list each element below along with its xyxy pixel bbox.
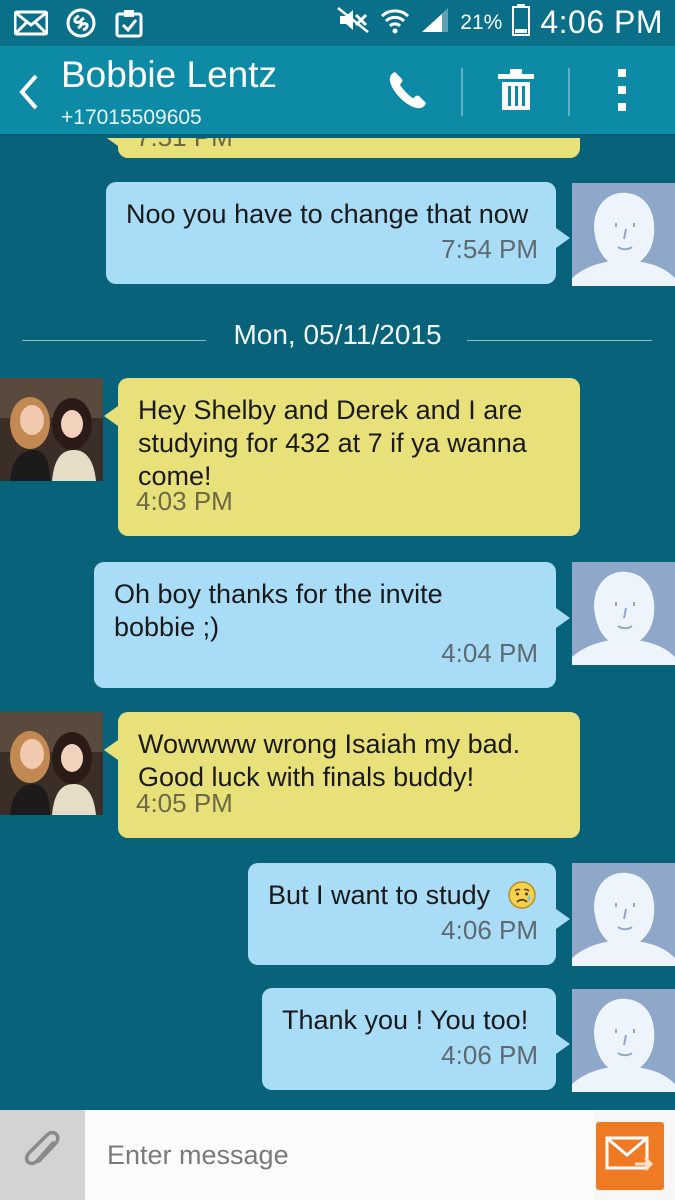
- contact-avatar[interactable]: [0, 712, 103, 815]
- signal-icon: [420, 6, 450, 39]
- message-text: Wowwww wrong Isaiah my bad. Good luck wi…: [138, 729, 521, 792]
- call-icon: [386, 68, 430, 117]
- back-icon[interactable]: [14, 72, 44, 112]
- message-text: Oh boy thanks for the invite bobbie ;): [114, 579, 443, 642]
- delete-icon: [496, 68, 536, 117]
- status-bar: 21% 4:06 PM: [0, 0, 675, 46]
- paperclip-icon: [23, 1130, 63, 1180]
- message-time: 7:51 PM: [136, 138, 233, 154]
- battery-percent: 21%: [460, 10, 503, 34]
- message-bubble-sent[interactable]: Oh boy thanks for the invite bobbie ;) 4…: [94, 562, 570, 688]
- my-avatar[interactable]: [572, 183, 675, 286]
- battery-icon: [512, 4, 531, 41]
- mute-icon: [336, 6, 370, 39]
- overflow-menu-icon: [616, 67, 628, 118]
- my-avatar[interactable]: [572, 863, 675, 966]
- date-label: Mon, 05/11/2015: [233, 319, 442, 350]
- action-separator: [568, 68, 570, 116]
- message-time: 4:06 PM: [441, 1040, 538, 1070]
- action-separator: [461, 68, 463, 116]
- message-input[interactable]: [85, 1110, 595, 1200]
- message-text: Thank you ! You too!: [282, 1005, 529, 1035]
- message-text: But I want to study: [268, 880, 491, 910]
- contact-avatar[interactable]: [0, 378, 103, 481]
- status-time: 4:06 PM: [540, 4, 663, 40]
- wifi-icon: [380, 5, 410, 40]
- my-avatar[interactable]: [572, 562, 675, 665]
- message-thread[interactable]: 7:51 PM Noo you have to change that now …: [0, 138, 675, 1110]
- message-time: 7:54 PM: [441, 234, 538, 264]
- message-text: Hey Shelby and Derek and I are studying …: [138, 395, 527, 491]
- message-text: Noo you have to change that now: [126, 199, 529, 229]
- message-composer: [0, 1110, 675, 1200]
- overflow-menu-button[interactable]: [592, 64, 652, 120]
- status-bar-notifications: [13, 8, 144, 43]
- message-bubble-sent[interactable]: Noo you have to change that now 7:54 PM: [106, 182, 570, 284]
- status-bar-system: 21% 4:06 PM: [336, 4, 663, 41]
- separator-line: [467, 340, 652, 341]
- delete-button[interactable]: [486, 64, 546, 120]
- message-bubble-received[interactable]: 7:51 PM: [104, 138, 580, 158]
- contact-number: +17015509605: [61, 106, 202, 129]
- shazam-icon: [66, 8, 96, 43]
- contact-name[interactable]: Bobbie Lentz: [61, 54, 277, 96]
- message-time: 4:03 PM: [136, 486, 233, 516]
- date-separator: Mon, 05/11/2015: [0, 319, 675, 359]
- call-button[interactable]: [378, 64, 438, 120]
- message-time: 4:05 PM: [136, 788, 233, 818]
- my-avatar[interactable]: [572, 989, 675, 1092]
- message-bubble-sent[interactable]: Thank you ! You too! 4:06 PM: [262, 988, 570, 1090]
- conversation-header: Bobbie Lentz +17015509605: [0, 46, 675, 136]
- send-button[interactable]: [596, 1122, 664, 1190]
- message-time: 4:04 PM: [441, 638, 538, 668]
- mail-icon: [13, 10, 49, 41]
- message-bubble-received[interactable]: Hey Shelby and Derek and I are studying …: [104, 378, 580, 536]
- attach-button[interactable]: [0, 1110, 85, 1200]
- message-time: 4:06 PM: [441, 915, 538, 945]
- clipboard-check-icon: [114, 8, 144, 43]
- message-bubble-sent[interactable]: But I want to study 4:06 PM: [248, 863, 570, 965]
- message-bubble-received[interactable]: Wowwww wrong Isaiah my bad. Good luck wi…: [104, 712, 580, 838]
- send-message-icon: [605, 1134, 655, 1179]
- disappointed-relieved-face-icon: [507, 880, 537, 918]
